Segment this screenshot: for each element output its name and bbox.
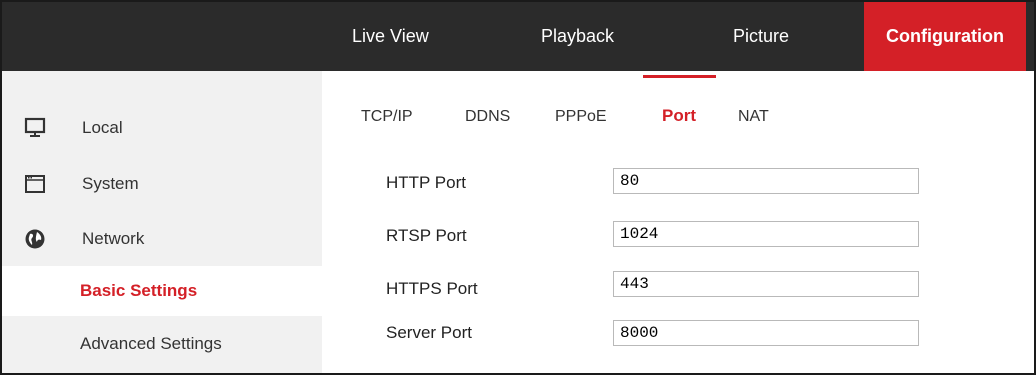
sidebar-item-label: Local bbox=[82, 118, 123, 137]
app-window: Live View Playback Picture Configuration… bbox=[0, 0, 1036, 375]
rtsp-port-input[interactable] bbox=[613, 221, 919, 247]
nav-configuration[interactable]: Configuration bbox=[864, 2, 1026, 71]
sidebar-item-local[interactable]: Local bbox=[2, 103, 322, 153]
tab-bar: TCP/IP DDNS PPPoE Port NAT bbox=[322, 71, 1034, 147]
tab-tcpip[interactable]: TCP/IP bbox=[361, 108, 413, 126]
server-port-input[interactable] bbox=[613, 320, 919, 346]
tab-ddns[interactable]: DDNS bbox=[465, 108, 510, 126]
sidebar-item-label: System bbox=[82, 174, 139, 193]
tab-pppoe[interactable]: PPPoE bbox=[555, 108, 607, 126]
sidebar-item-label: Advanced Settings bbox=[80, 334, 222, 353]
sidebar-item-system[interactable]: System bbox=[2, 159, 322, 209]
sidebar-item-network[interactable]: Network bbox=[2, 214, 322, 264]
sidebar-item-label: Network bbox=[82, 229, 145, 248]
monitor-icon bbox=[24, 117, 46, 139]
server-port-label: Server Port bbox=[386, 323, 472, 342]
sidebar-item-advanced-settings[interactable]: Advanced Settings bbox=[2, 319, 322, 369]
tab-nat[interactable]: NAT bbox=[738, 108, 769, 126]
https-port-input[interactable] bbox=[613, 271, 919, 297]
http-port-label: HTTP Port bbox=[386, 173, 466, 192]
http-port-input[interactable] bbox=[613, 168, 919, 194]
nav-playback[interactable]: Playback bbox=[541, 2, 614, 71]
tab-port[interactable]: Port bbox=[662, 106, 696, 126]
sidebar-item-label: Basic Settings bbox=[80, 281, 198, 300]
sidebar-item-basic-settings[interactable]: Basic Settings bbox=[2, 266, 322, 316]
top-nav-bar: Live View Playback Picture Configuration bbox=[2, 2, 1034, 71]
https-port-label: HTTPS Port bbox=[386, 279, 478, 298]
active-tab-indicator bbox=[643, 75, 716, 78]
globe-icon bbox=[24, 228, 46, 250]
sidebar: Local System Network Basic Settings Adva… bbox=[2, 71, 322, 373]
rtsp-port-label: RTSP Port bbox=[386, 226, 467, 245]
nav-live-view[interactable]: Live View bbox=[352, 2, 429, 71]
nav-picture[interactable]: Picture bbox=[733, 2, 789, 71]
window-icon bbox=[24, 173, 46, 195]
